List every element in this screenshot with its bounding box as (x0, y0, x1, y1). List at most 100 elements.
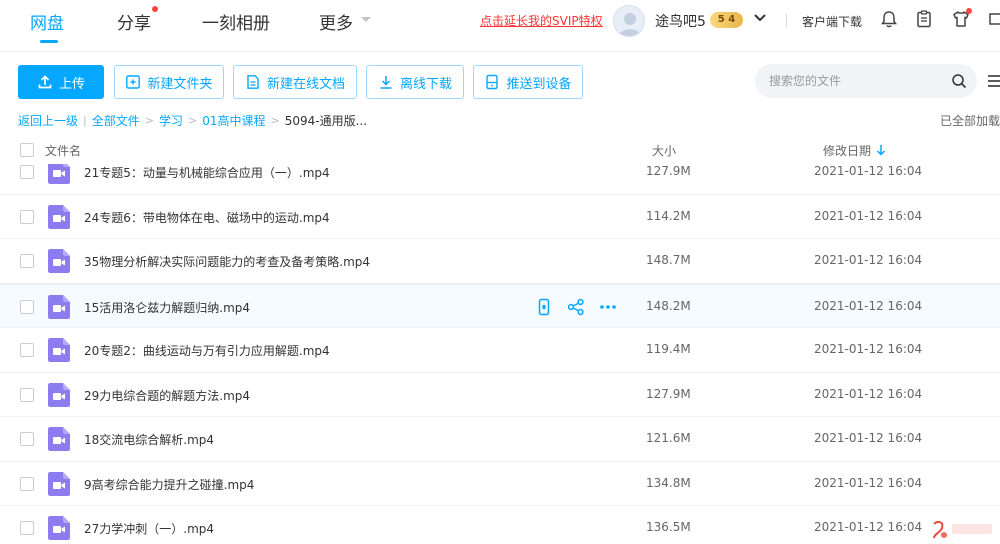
file-row[interactable]: 15活用洛仑兹力解题归纳.mp4 148.2M 2021-01-12 16:04 (0, 283, 1000, 328)
select-all-checkbox[interactable] (20, 143, 34, 157)
breadcrumb-separator: > (270, 114, 280, 127)
offline-download-label: 离线下载 (399, 76, 452, 92)
file-size: 134.8M (646, 475, 691, 490)
offline-download-button[interactable]: 离线下载 (366, 65, 464, 99)
file-row[interactable]: 24专题6：带电物体在电、磁场中的运动.mp4 114.2M 2021-01-1… (0, 195, 1000, 239)
file-name[interactable]: 20专题2：曲线运动与万有引力应用解题.mp4 (84, 342, 330, 359)
topbar-divider (786, 14, 787, 28)
nav-tab-netdisk[interactable]: 网盘 (30, 9, 64, 34)
file-select-checkbox[interactable] (20, 476, 34, 491)
file-select-checkbox[interactable] (20, 209, 34, 224)
file-modified-date: 2021-01-12 16:04 (814, 253, 923, 267)
push-to-phone-icon[interactable] (535, 298, 553, 316)
file-modified-date: 2021-01-12 16:04 (814, 164, 923, 178)
file-modified-date: 2021-01-12 16:04 (814, 386, 923, 401)
file-size: 127.9M (646, 386, 691, 401)
new-folder-button[interactable]: 新建文件夹 (114, 65, 224, 99)
breadcrumb-separator: > (144, 114, 154, 127)
sort-descending-icon[interactable] (876, 144, 886, 156)
skin-notification-dot (966, 8, 972, 14)
push-to-device-label: 推送到设备 (506, 76, 572, 92)
video-file-icon (48, 249, 70, 273)
more-options-icon[interactable] (599, 298, 617, 316)
site-watermark-logo (933, 520, 992, 539)
username[interactable]: 途鸟吧5 (655, 11, 706, 31)
file-name[interactable]: 29力电综合题的解题方法.mp4 (84, 387, 250, 404)
column-header-filename[interactable]: 文件名 (45, 142, 81, 159)
nav-tab-share[interactable]: 分享 (117, 9, 151, 34)
new-folder-icon (126, 75, 141, 89)
client-download-link[interactable]: 客户端下载 (802, 13, 862, 30)
new-online-doc-button[interactable]: 新建在线文档 (233, 65, 357, 99)
breadcrumb-back[interactable]: 返回上一级 (18, 112, 78, 129)
window-edge-icon[interactable] (988, 9, 1000, 29)
file-row[interactable]: 29力电综合题的解题方法.mp4 127.9M 2021-01-12 16:04 (0, 373, 1000, 417)
video-file-icon (48, 294, 70, 319)
file-list: 21专题5：动量与机械能综合应用（一）.mp4 127.9M 2021-01-1… (0, 164, 1000, 544)
file-name[interactable]: 21专题5：动量与机械能综合应用（一）.mp4 (84, 164, 330, 181)
upload-button[interactable]: 上传 (18, 65, 104, 99)
breadcrumb-all-files[interactable]: 全部文件 (92, 112, 140, 129)
more-dropdown-icon[interactable] (360, 16, 372, 24)
file-size: 127.9M (646, 164, 691, 178)
file-select-checkbox[interactable] (20, 343, 34, 357)
nav-tab-more[interactable]: 更多 (319, 9, 353, 34)
file-name[interactable]: 15活用洛仑兹力解题归纳.mp4 (84, 299, 250, 316)
file-row[interactable]: 21专题5：动量与机械能综合应用（一）.mp4 127.9M 2021-01-1… (0, 164, 1000, 195)
file-select-checkbox[interactable] (20, 432, 34, 446)
video-file-icon (48, 427, 70, 451)
file-table-header: 文件名 大小 修改日期 (0, 136, 1000, 164)
file-name[interactable]: 9高考综合能力提升之碰撞.mp4 (84, 476, 254, 493)
file-modified-date: 2021-01-12 16:04 (814, 298, 923, 313)
top-navigation-bar: 网盘 分享 一刻相册 更多 点击延长我的SVIP特权 途鸟吧5 5 4 客户端下… (0, 0, 1000, 52)
file-modified-date: 2021-01-12 16:04 (814, 208, 923, 223)
svip-promo-link[interactable]: 点击延长我的SVIP特权 (480, 12, 603, 29)
column-header-size[interactable]: 大小 (652, 142, 676, 159)
file-name[interactable]: 24专题6：带电物体在电、磁场中的运动.mp4 (84, 209, 330, 226)
breadcrumb-separator: > (187, 114, 198, 127)
list-view-menu-icon[interactable] (986, 72, 1000, 90)
file-name[interactable]: 18交流电综合解析.mp4 (84, 431, 214, 448)
search-input[interactable] (769, 72, 939, 90)
file-modified-date: 2021-01-12 16:04 (814, 520, 923, 534)
file-select-checkbox[interactable] (20, 299, 34, 314)
file-row[interactable]: 9高考综合能力提升之碰撞.mp4 134.8M 2021-01-12 16:04 (0, 462, 1000, 506)
user-avatar[interactable] (613, 5, 645, 37)
user-avatar-icon (619, 13, 641, 36)
video-file-icon (48, 338, 70, 362)
file-size: 119.4M (646, 342, 691, 356)
file-select-checkbox[interactable] (20, 254, 34, 268)
file-modified-date: 2021-01-12 16:04 (814, 342, 923, 356)
upload-label: 上传 (58, 76, 85, 92)
breadcrumb-separator: | (83, 114, 87, 127)
file-row[interactable]: 27力学冲刺（一）.mp4 136.5M 2021-01-12 16:04 (0, 506, 1000, 544)
column-header-modified-date[interactable]: 修改日期 (823, 142, 871, 159)
breadcrumb-high-school[interactable]: 01高中课程 (202, 112, 265, 129)
file-row[interactable]: 18交流电综合解析.mp4 121.6M 2021-01-12 16:04 (0, 417, 1000, 462)
breadcrumb-study[interactable]: 学习 (159, 112, 183, 129)
upload-icon (38, 75, 52, 89)
file-list-rows: 21专题5：动量与机械能综合应用（一）.mp4 127.9M 2021-01-1… (0, 164, 1000, 544)
video-file-icon (48, 516, 70, 540)
account-chevron-down-icon[interactable] (752, 10, 768, 26)
push-to-device-button[interactable]: 推送到设备 (473, 65, 583, 99)
search-icon[interactable] (951, 73, 967, 89)
file-select-checkbox[interactable] (20, 165, 34, 179)
file-name[interactable]: 27力学冲刺（一）.mp4 (84, 520, 214, 537)
breadcrumb: 返回上一级 | 全部文件 > 学习 > 01高中课程 > 5094-通用版... (18, 112, 367, 129)
file-select-checkbox[interactable] (20, 521, 34, 535)
load-status: 已全部加载 (940, 114, 1000, 128)
bell-icon[interactable] (879, 9, 899, 29)
device-icon (486, 74, 499, 90)
nav-tab-photo-album[interactable]: 一刻相册 (202, 9, 270, 34)
file-select-checkbox[interactable] (20, 387, 34, 402)
file-name[interactable]: 35物理分析解决实际问题能力的考查及备考策略.mp4 (84, 253, 370, 270)
file-row[interactable]: 20专题2：曲线运动与万有引力应用解题.mp4 119.4M 2021-01-1… (0, 328, 1000, 373)
video-file-icon (48, 204, 70, 229)
clipboard-icon[interactable] (914, 9, 934, 29)
video-file-icon (48, 164, 70, 184)
video-file-icon (48, 471, 70, 496)
share-icon[interactable] (567, 298, 585, 316)
download-icon (380, 76, 392, 89)
file-row[interactable]: 35物理分析解决实际问题能力的考查及备考策略.mp4 148.7M 2021-0… (0, 239, 1000, 284)
